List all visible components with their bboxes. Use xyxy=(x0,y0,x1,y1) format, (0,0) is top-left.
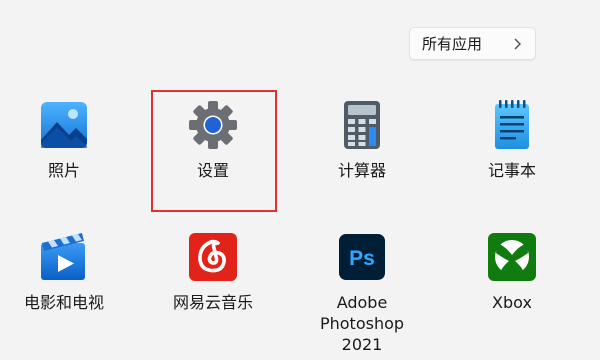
app-tile-xbox[interactable]: Xbox xyxy=(452,231,572,313)
photoshop-icon: Ps xyxy=(339,234,385,280)
app-tile-calculator[interactable]: 计算器 xyxy=(302,99,422,181)
app-label: 电影和电视 xyxy=(23,293,104,312)
start-menu-pinned: { "all_apps_button": { "label": "所有应用", … xyxy=(0,0,600,360)
all-apps-label: 所有应用 xyxy=(422,35,483,53)
app-tile-notepad[interactable]: 记事本 xyxy=(452,99,572,181)
app-label: Xbox xyxy=(492,293,532,312)
app-label: 照片 xyxy=(47,161,80,180)
netease-music-icon xyxy=(189,233,237,281)
highlight-box xyxy=(151,90,277,212)
chevron-right-icon xyxy=(513,37,521,50)
app-label: Adobe Photoshop 2021 xyxy=(319,293,405,354)
app-label: 记事本 xyxy=(487,161,536,180)
calculator-icon xyxy=(344,101,380,149)
movies-tv-icon xyxy=(41,233,85,280)
app-tile-photos[interactable]: 照片 xyxy=(4,99,124,181)
photos-icon xyxy=(41,102,87,148)
notepad-icon xyxy=(495,100,529,149)
app-tile-netease-music[interactable]: 网易云音乐 xyxy=(153,231,273,313)
xbox-icon xyxy=(488,233,536,281)
app-tile-photoshop[interactable]: Ps Adobe Photoshop 2021 xyxy=(302,231,422,355)
app-tile-movies-tv[interactable]: 电影和电视 xyxy=(4,231,124,313)
app-label: 计算器 xyxy=(337,161,386,180)
app-label: 网易云音乐 xyxy=(172,293,253,312)
svg-text:Ps: Ps xyxy=(349,247,375,270)
all-apps-button[interactable]: 所有应用 xyxy=(409,27,536,60)
